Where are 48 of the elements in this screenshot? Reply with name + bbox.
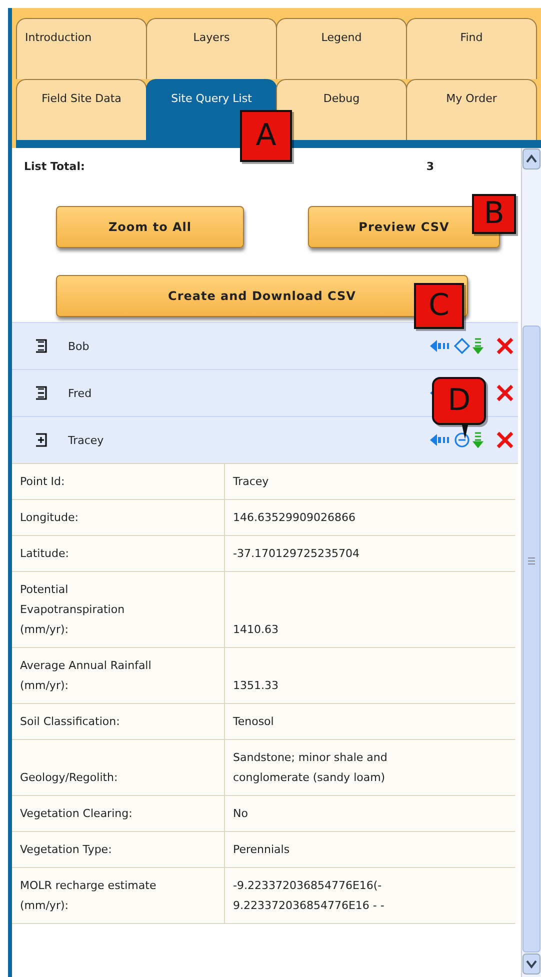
tab[interactable]: My Order bbox=[406, 79, 537, 140]
field-label: Potential Evapotranspiration (mm/yr): bbox=[20, 582, 126, 638]
tab[interactable]: Find bbox=[406, 18, 537, 79]
down-arrow-icon[interactable] bbox=[472, 338, 484, 354]
expand-icon[interactable] bbox=[34, 433, 48, 447]
delete-icon[interactable] bbox=[496, 337, 514, 355]
field-label: Latitude: bbox=[20, 546, 69, 562]
delete-icon[interactable] bbox=[496, 431, 514, 449]
callout-tooltip: D bbox=[432, 377, 486, 439]
site-name[interactable]: Bob bbox=[68, 340, 430, 352]
field-value: Perennials bbox=[233, 842, 290, 858]
callout-tooltip: C bbox=[414, 283, 464, 329]
collapse-icon[interactable] bbox=[34, 386, 48, 400]
field-value: No bbox=[233, 806, 248, 822]
field-label: Longitude: bbox=[20, 510, 78, 526]
zoom-to-all-button[interactable]: Zoom to All bbox=[56, 206, 244, 248]
field-value: Tracey bbox=[233, 474, 269, 490]
tab[interactable]: Debug bbox=[276, 79, 407, 140]
tab[interactable]: Layers bbox=[146, 18, 277, 79]
delete-icon[interactable] bbox=[496, 384, 514, 402]
field-value: 1410.63 bbox=[233, 622, 278, 638]
site-name[interactable]: Fred bbox=[68, 386, 430, 400]
field-label: Point Id: bbox=[20, 474, 65, 490]
tab[interactable]: Field Site Data bbox=[16, 79, 147, 140]
callout-tooltip: B bbox=[472, 194, 516, 234]
field-value: -9.223372036854776E16(- 9.223372036854776E16 - - bbox=[233, 878, 384, 914]
site-name[interactable]: Tracey bbox=[68, 434, 430, 446]
diamond-icon[interactable] bbox=[454, 338, 470, 354]
field-label: Geology/Regolith: bbox=[20, 770, 118, 786]
field-label: Soil Classification: bbox=[20, 714, 120, 730]
field-value: Tenosol bbox=[233, 714, 274, 730]
tab[interactable]: Legend bbox=[276, 18, 407, 79]
field-label: Vegetation Type: bbox=[20, 842, 112, 858]
list-total-label: List Total: bbox=[24, 160, 85, 175]
collapse-icon[interactable] bbox=[34, 339, 48, 353]
field-value: Sandstone; minor shale and conglomerate (sandy loam) bbox=[233, 750, 388, 786]
field-label: Average Annual Rainfall (mm/yr): bbox=[20, 658, 152, 694]
arrow-icon[interactable] bbox=[430, 340, 452, 352]
field-label: MOLR recharge estimate (mm/yr): bbox=[20, 878, 158, 914]
field-value: 146.63529909026866 bbox=[233, 510, 356, 526]
callout-tooltip: A bbox=[240, 110, 292, 162]
minus-circle-icon[interactable] bbox=[454, 432, 470, 448]
list-total-value: 3 bbox=[426, 160, 434, 175]
scrollbar[interactable] bbox=[521, 148, 541, 977]
field-label: Vegetation Clearing: bbox=[20, 806, 132, 822]
field-value: -37.170129725235704 bbox=[233, 546, 360, 562]
tab[interactable]: Introduction bbox=[16, 18, 147, 79]
field-value: 1351.33 bbox=[233, 678, 278, 694]
